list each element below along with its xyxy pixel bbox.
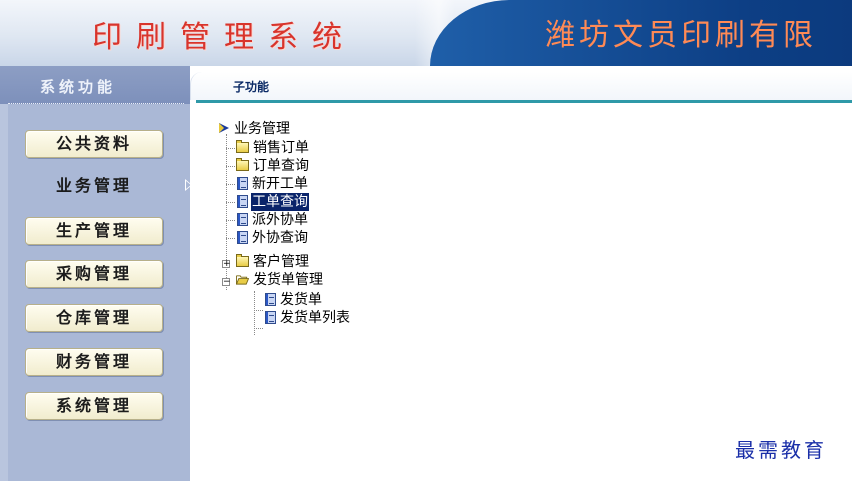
tree-root-label: 业务管理 [234,121,290,137]
menu-button-system[interactable]: 系统管理 [25,392,163,420]
menu-button-purchasing[interactable]: 采购管理 [25,260,163,288]
tree-item-label: 销售订单 [253,140,309,156]
expand-toggle[interactable]: + [222,260,231,269]
sidebar-edge [0,104,8,481]
tree-item-label: 订单查询 [253,158,309,174]
menu-button-warehouse[interactable]: 仓库管理 [25,304,163,332]
tree-branch-line [226,202,235,203]
tree-item-outsource-query[interactable]: 外协查询 [237,229,309,247]
tree-item-delivery-note[interactable]: 发货单 [265,291,323,309]
tree-item-delivery-list[interactable]: 发货单列表 [265,309,351,327]
page-icon [237,177,248,190]
tree-branch-line [226,166,235,167]
tab-underline [196,100,852,103]
tab-sub-functions[interactable]: 子功能 [190,72,852,100]
tree-item-label: 外协查询 [252,230,308,246]
main-panel: 子功能 业务管理 销售订单 订单查询 新开工单 工单查询 派外协单 外协查询 +… [190,66,852,481]
tree-item-sales-order[interactable]: 销售订单 [236,139,310,157]
tree-branch-line [226,238,235,239]
folder-icon [236,140,249,153]
tree-item-order-query[interactable]: 订单查询 [236,157,310,175]
page-icon [237,213,248,226]
root-module-icon [219,123,229,133]
folder-icon [236,158,249,171]
tree-branch-line [254,328,263,329]
page-icon [265,293,276,306]
tree-item-outsource-order[interactable]: 派外协单 [237,211,309,229]
tree-item-label: 发货单 [280,292,322,308]
menu-button-business[interactable]: 业务管理 [25,172,163,200]
folder-icon [236,254,249,267]
menu-button-production[interactable]: 生产管理 [25,217,163,245]
menu-button-finance[interactable]: 财务管理 [25,348,163,376]
sidebar: 系统功能 公共资料 业务管理 生产管理 采购管理 仓库管理 财务管理 系统管理 [0,66,190,481]
page-icon [265,311,276,324]
tree-item-label: 发货单管理 [253,272,323,288]
collapse-toggle[interactable]: − [222,278,231,287]
page-icon [237,231,248,244]
watermark: 最需教育 [735,438,827,462]
tree-item-label: 发货单列表 [280,310,350,326]
open-folder-icon [236,275,249,285]
tree-branch-line [226,148,235,149]
tree-item-label: 新开工单 [252,176,308,192]
sidebar-header: 系统功能 [0,66,190,104]
tree-item-new-work-order[interactable]: 新开工单 [237,175,309,193]
tree-branch-line [226,220,235,221]
tab-bar: 子功能 [190,66,852,103]
tree-branch-line [254,310,263,311]
page-icon [237,195,248,208]
company-name: 潍坊文员印刷有限 [545,18,817,53]
tree-item-delivery-management[interactable]: 发货单管理 [236,271,324,289]
tree-item-label: 派外协单 [252,212,308,228]
app-header: 印刷管理系统 潍坊文员印刷有限 [0,0,852,66]
tree-item-label: 客户管理 [253,254,309,270]
menu-button-public-data[interactable]: 公共资料 [25,130,163,158]
tree-item-customer-management[interactable]: 客户管理 [236,253,310,271]
system-title: 印刷管理系统 [92,20,356,55]
tree-item-label-selected: 工单查询 [250,192,310,212]
tab-label: 子功能 [233,80,270,94]
tree-root[interactable]: 业务管理 [218,120,291,138]
tree-item-work-order-query[interactable]: 工单查询 [237,192,310,212]
sidebar-divider [8,103,184,105]
sidebar-title: 系统功能 [40,78,117,96]
tree-branch-line [226,184,235,185]
